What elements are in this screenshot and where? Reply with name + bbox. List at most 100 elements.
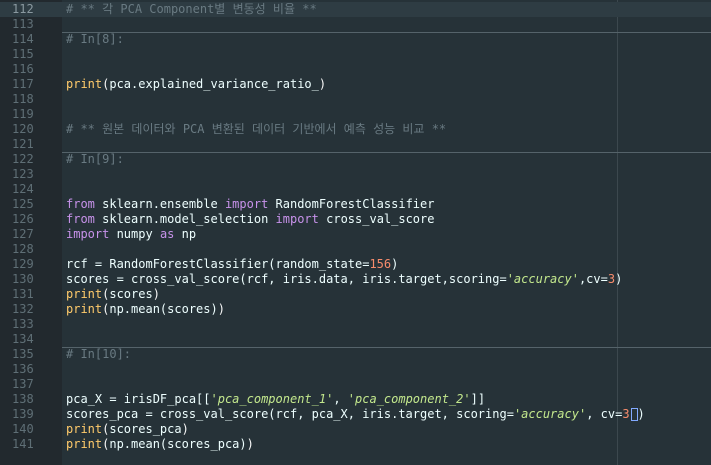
code-line[interactable]: 119 (0, 107, 711, 122)
line-number: 114 (12, 32, 34, 46)
code-text[interactable]: from sklearn.model_selection import cros… (66, 212, 434, 227)
code-token-number: 156 (369, 257, 392, 271)
code-token-text: scores_pca (109, 422, 182, 436)
code-token-text: np (174, 227, 197, 241)
code-text[interactable]: scores_pca = cross_val_score(rcf, pca_X,… (66, 407, 645, 422)
code-token-text: sklearn.ensemble (94, 197, 225, 211)
code-text[interactable]: # ** 각 PCA Component별 변동성 비율 ** (66, 2, 317, 17)
code-line[interactable]: 118 (0, 92, 711, 107)
code-line[interactable]: 114 # In[8]: (0, 32, 711, 47)
code-token-func: print (66, 437, 103, 451)
code-token-paren: ) (217, 302, 225, 316)
code-line[interactable]: 134 (0, 332, 711, 347)
code-line[interactable]: 139 scores_pca = cross_val_score(rcf, pca… (0, 407, 711, 422)
line-number: 137 (12, 377, 34, 391)
code-line[interactable]: 127 import numpy as np (0, 227, 711, 242)
code-token-func: print (66, 422, 103, 436)
code-text[interactable]: scores = cross_val_score(rcf, iris.data,… (66, 272, 622, 287)
code-editor[interactable]: 112 # ** 각 PCA Component별 변동성 비율 ** 113 114… (0, 0, 711, 465)
code-token-func: print (66, 77, 103, 91)
code-line[interactable]: 141 print(np.mean(scores_pca)) (0, 437, 711, 452)
line-number: 140 (12, 422, 34, 436)
code-line[interactable]: 138 pca_X = irisDF_pca[['pca_component_1'… (0, 392, 711, 407)
code-text[interactable]: pca_X = irisDF_pca[['pca_component_1', '… (66, 392, 485, 407)
code-token-paren: ) (152, 287, 160, 301)
line-number: 120 (12, 122, 34, 136)
code-line[interactable]: 137 (0, 377, 711, 392)
line-number: 121 (12, 137, 34, 151)
code-text[interactable]: # In[10]: (66, 347, 131, 362)
code-line[interactable]: 129 rcf = RandomForestClassifier(random_s… (0, 257, 711, 272)
code-line[interactable]: 122 # In[9]: (0, 152, 711, 167)
code-token-comment: # In[8]: (66, 32, 124, 46)
code-token-text: RandomForestClassifier (268, 197, 435, 211)
code-token-text: ]] (470, 392, 486, 406)
code-line[interactable]: 128 (0, 242, 711, 257)
code-token-text: np.mean(scores) (109, 302, 218, 316)
code-token-text: , (333, 392, 348, 406)
code-token-comment: # In[10]: (66, 347, 132, 361)
code-token-paren: ) (181, 422, 189, 436)
line-number: 136 (12, 362, 34, 376)
code-token-keyword: as (159, 227, 175, 241)
code-line[interactable]: 133 (0, 317, 711, 332)
line-number: 130 (12, 272, 34, 286)
code-token-keyword: from (66, 197, 95, 211)
code-token-text: scores (109, 287, 153, 301)
line-number: 139 (12, 407, 34, 421)
line-number: 112 (0, 2, 62, 17)
code-token-comment: # ** 원본 데이터와 PCA 변환된 데이터 기반에서 예측 성능 비교 *… (66, 122, 447, 136)
code-line[interactable]: 116 (0, 62, 711, 77)
code-text[interactable]: import numpy as np (66, 227, 196, 242)
code-line[interactable]: 135 # In[10]: (0, 347, 711, 362)
code-line[interactable]: 115 (0, 47, 711, 62)
code-text[interactable]: # In[9]: (66, 152, 124, 167)
line-number: 133 (12, 317, 34, 331)
line-number: 118 (12, 92, 34, 106)
code-line[interactable]: 131 print(scores) (0, 287, 711, 302)
code-text[interactable]: rcf = RandomForestClassifier(random_stat… (66, 257, 398, 272)
code-token-text: np.mean(scores_pca) (109, 437, 247, 451)
code-token-text: ) (637, 407, 645, 421)
code-line[interactable]: 130 scores = cross_val_score(rcf, iris.da… (0, 272, 711, 287)
code-token-number: 3 (607, 272, 616, 286)
code-line[interactable]: 121 (0, 137, 711, 152)
text-cursor (630, 408, 638, 421)
code-text[interactable]: # ** 원본 데이터와 PCA 변환된 데이터 기반에서 예측 성능 비교 *… (66, 122, 446, 137)
line-number: 135 (12, 347, 34, 361)
code-token-text: cross_val_score (318, 212, 435, 226)
code-text[interactable]: print(np.mean(scores)) (66, 302, 225, 317)
line-number: 138 (12, 392, 34, 406)
line-number: 122 (12, 152, 34, 166)
code-token-keyword: import (275, 212, 319, 226)
code-token-keyword: import (224, 197, 269, 211)
code-text[interactable]: # In[8]: (66, 32, 124, 47)
line-number: 134 (12, 332, 34, 346)
code-text[interactable]: print(pca.explained_variance_ratio_) (66, 77, 326, 92)
code-line[interactable]: 140 print(scores_pca) (0, 422, 711, 437)
line-number: 119 (12, 107, 34, 121)
code-text[interactable]: print(scores_pca) (66, 422, 189, 437)
code-text[interactable]: print(scores) (66, 287, 160, 302)
code-line[interactable]: 136 (0, 362, 711, 377)
line-number: 125 (12, 197, 34, 211)
code-text[interactable]: print(np.mean(scores_pca)) (66, 437, 254, 452)
code-line[interactable]: 126 from sklearn.model_selection import c… (0, 212, 711, 227)
code-line[interactable]: 123 (0, 167, 711, 182)
code-token-text: ,cv= (578, 272, 608, 286)
code-line[interactable]: 113 (0, 17, 711, 32)
code-line[interactable]: 117 print(pca.explained_variance_ratio_) (0, 77, 711, 92)
code-line[interactable]: 112 # ** 각 PCA Component별 변동성 비율 ** (0, 2, 711, 17)
code-token-text: , cv= (586, 407, 623, 421)
code-text[interactable]: from sklearn.ensemble import RandomFores… (66, 197, 434, 212)
code-line[interactable]: 132 print(np.mean(scores)) (0, 302, 711, 317)
code-token-comment: # ** 각 PCA Component별 변동성 비율 ** (66, 2, 317, 16)
line-number: 131 (12, 287, 34, 301)
code-token-text: pca_X = irisDF_pca[[ (66, 392, 211, 406)
code-line[interactable]: 120 # ** 원본 데이터와 PCA 변환된 데이터 기반에서 예측 성능 비… (0, 122, 711, 137)
code-token-text: ) (391, 257, 399, 271)
code-line[interactable]: 125 from sklearn.ensemble import RandomFo… (0, 197, 711, 212)
code-lines[interactable]: 112 # ** 각 PCA Component별 변동성 비율 ** 113 114… (0, 2, 711, 452)
code-line[interactable]: 124 (0, 182, 711, 197)
code-token-string: 'pca_component_1' (210, 392, 334, 406)
